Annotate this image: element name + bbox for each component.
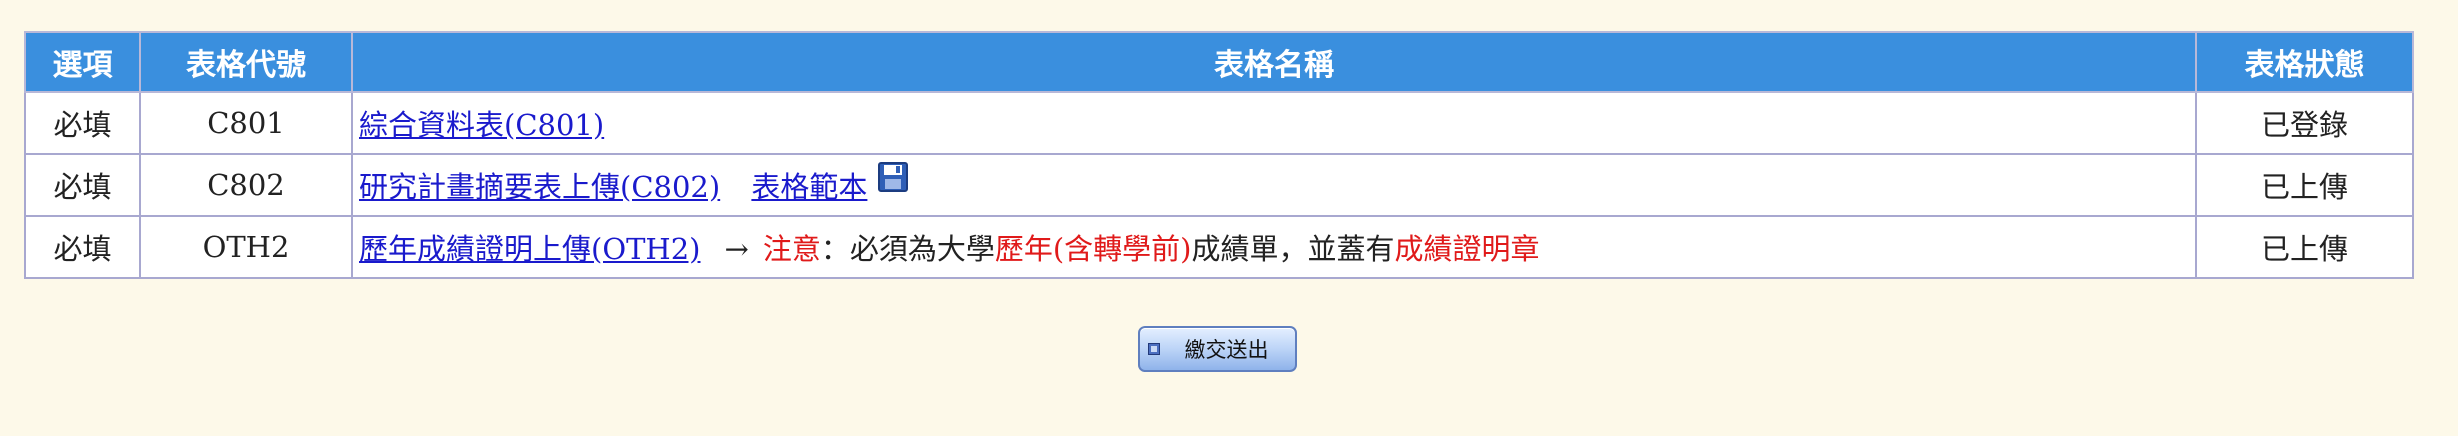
form-link-c801[interactable]: 綜合資料表(C801) bbox=[359, 108, 604, 142]
option-cell: 必填 bbox=[24, 153, 141, 217]
submit-button-label: 繳交送出 bbox=[1184, 338, 1269, 362]
table-row: 必填 C802 研究計畫摘要表上傳(C802) 表格範本 已上傳 bbox=[24, 153, 2414, 217]
header-option: 選項 bbox=[24, 31, 141, 93]
note-highlight: 成績證明章 bbox=[1394, 232, 1540, 266]
sample-template-link[interactable]: 表格範本 bbox=[751, 170, 867, 204]
arrow-icon: → bbox=[724, 232, 749, 266]
note-text: 成績單，並蓋有 bbox=[1191, 232, 1395, 266]
note-label: 注意 bbox=[762, 232, 821, 266]
square-bullet-icon bbox=[1148, 343, 1160, 355]
name-cell: 綜合資料表(C801) bbox=[351, 91, 2197, 155]
forms-table: 選項 表格代號 表格名稱 表格狀態 必填 C801 綜合資料表(C801) 已登… bbox=[24, 31, 2414, 279]
note-text: ：必須為大學 bbox=[820, 232, 995, 266]
name-cell: 研究計畫摘要表上傳(C802) 表格範本 bbox=[351, 153, 2197, 217]
table-row: 必填 C801 綜合資料表(C801) 已登錄 bbox=[24, 91, 2414, 155]
table-row: 必填 OTH2 歷年成績證明上傳(OTH2) → 注意：必須為大學歷年(含轉學前)成… bbox=[24, 215, 2414, 279]
status-cell: 已上傳 bbox=[2195, 153, 2414, 217]
code-cell: C801 bbox=[139, 91, 353, 155]
submit-button[interactable]: 繳交送出 bbox=[1138, 326, 1297, 372]
note-highlight: 歷年(含轉學前) bbox=[994, 232, 1192, 266]
code-cell: OTH2 bbox=[139, 215, 353, 279]
option-cell: 必填 bbox=[24, 91, 141, 155]
status-cell: 已登錄 bbox=[2195, 91, 2414, 155]
status-cell: 已上傳 bbox=[2195, 215, 2414, 279]
name-cell: 歷年成績證明上傳(OTH2) → 注意：必須為大學歷年(含轉學前)成績單，並蓋有成績… bbox=[351, 215, 2197, 279]
code-cell: C802 bbox=[139, 153, 353, 217]
floppy-disk-icon[interactable] bbox=[877, 162, 908, 199]
option-cell: 必填 bbox=[24, 215, 141, 279]
form-link-c802[interactable]: 研究計畫摘要表上傳(C802) bbox=[359, 170, 720, 204]
header-name: 表格名稱 bbox=[351, 31, 2197, 93]
header-code: 表格代號 bbox=[139, 31, 353, 93]
table-header-row: 選項 表格代號 表格名稱 表格狀態 bbox=[24, 31, 2414, 93]
form-link-oth2[interactable]: 歷年成績證明上傳(OTH2) bbox=[359, 232, 701, 266]
header-status: 表格狀態 bbox=[2195, 31, 2414, 93]
